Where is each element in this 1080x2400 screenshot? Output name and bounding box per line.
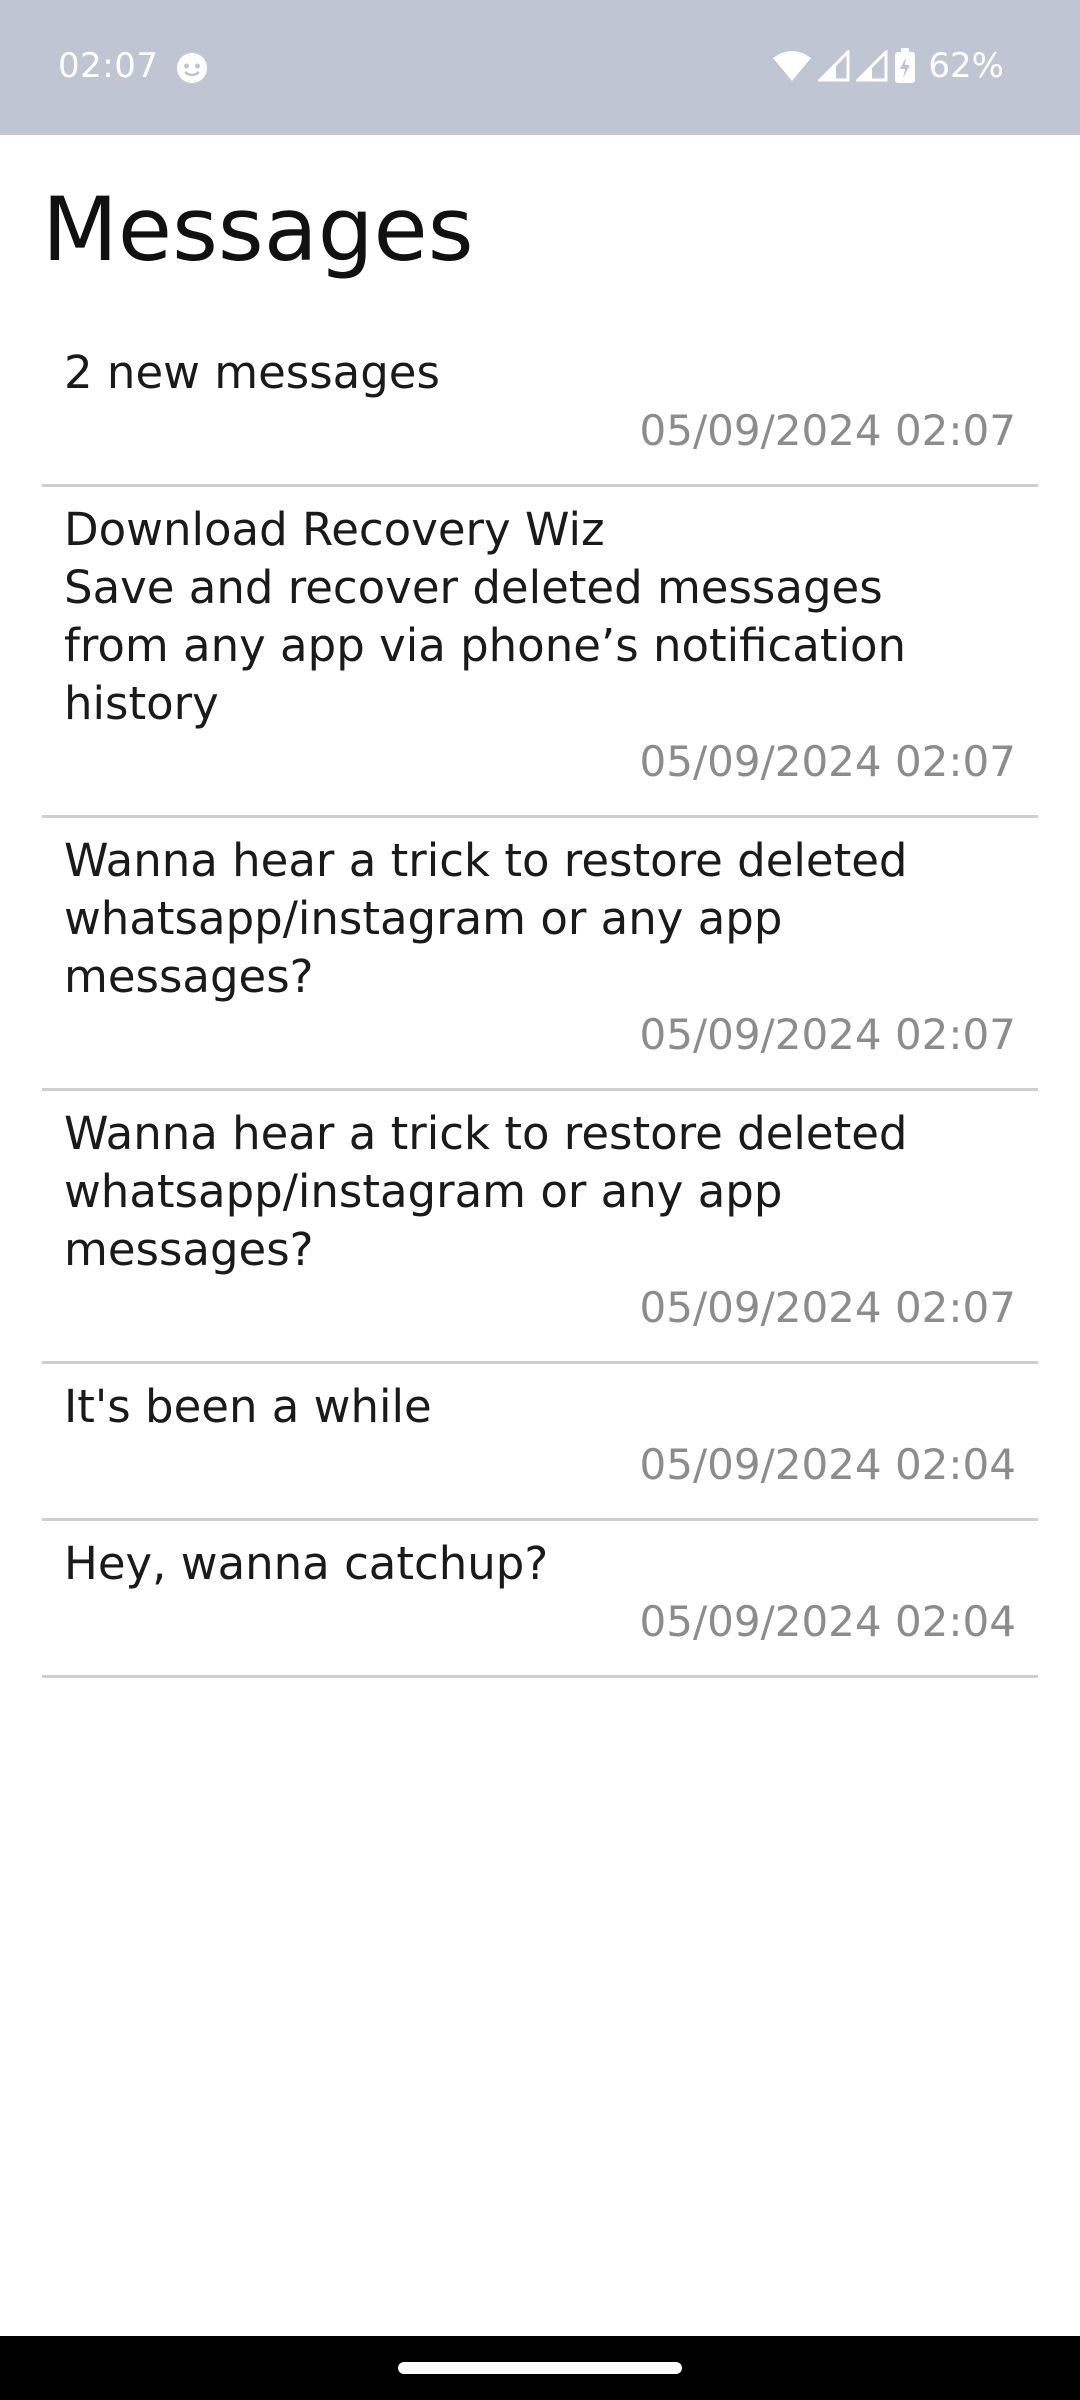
home-gesture-handle[interactable] <box>398 2362 682 2374</box>
message-item[interactable]: Download Recovery Wiz Save and recover d… <box>42 487 1038 818</box>
status-time: 02:07 <box>58 46 159 86</box>
battery-charging-icon <box>894 48 916 84</box>
message-text: Wanna hear a trick to restore deleted wh… <box>64 1107 908 1276</box>
message-item[interactable]: Wanna hear a trick to restore deleted wh… <box>42 1091 1038 1364</box>
status-icons: 62% <box>772 44 1004 88</box>
message-text: 2 new messages <box>64 346 440 399</box>
face-icon <box>175 51 209 85</box>
message-text: Hey, wanna catchup? <box>64 1537 549 1590</box>
message-timestamp: 05/09/2024 02:07 <box>639 406 1016 455</box>
signal-icon <box>818 50 850 82</box>
signal-icon <box>856 50 888 82</box>
message-item[interactable]: Wanna hear a trick to restore deleted wh… <box>42 818 1038 1091</box>
message-timestamp: 05/09/2024 02:07 <box>639 1283 1016 1332</box>
message-timestamp: 05/09/2024 02:07 <box>639 1010 1016 1059</box>
message-item[interactable]: Hey, wanna catchup? 05/09/2024 02:04 <box>42 1521 1038 1678</box>
message-list: 2 new messages 05/09/2024 02:07 Download… <box>42 330 1038 1678</box>
message-text: Download Recovery Wiz Save and recover d… <box>64 503 907 730</box>
message-item[interactable]: It's been a while 05/09/2024 02:04 <box>42 1364 1038 1521</box>
wifi-icon <box>772 50 812 82</box>
page-title: Messages <box>42 178 474 281</box>
battery-percent: 62% <box>928 46 1004 86</box>
message-timestamp: 05/09/2024 02:04 <box>639 1597 1016 1646</box>
message-item[interactable]: 2 new messages 05/09/2024 02:07 <box>42 330 1038 487</box>
message-text: Wanna hear a trick to restore deleted wh… <box>64 834 908 1003</box>
status-bar: 02:07 62% <box>0 0 1080 135</box>
message-timestamp: 05/09/2024 02:04 <box>639 1440 1016 1489</box>
message-text: It's been a while <box>64 1380 432 1433</box>
message-timestamp: 05/09/2024 02:07 <box>639 737 1016 786</box>
